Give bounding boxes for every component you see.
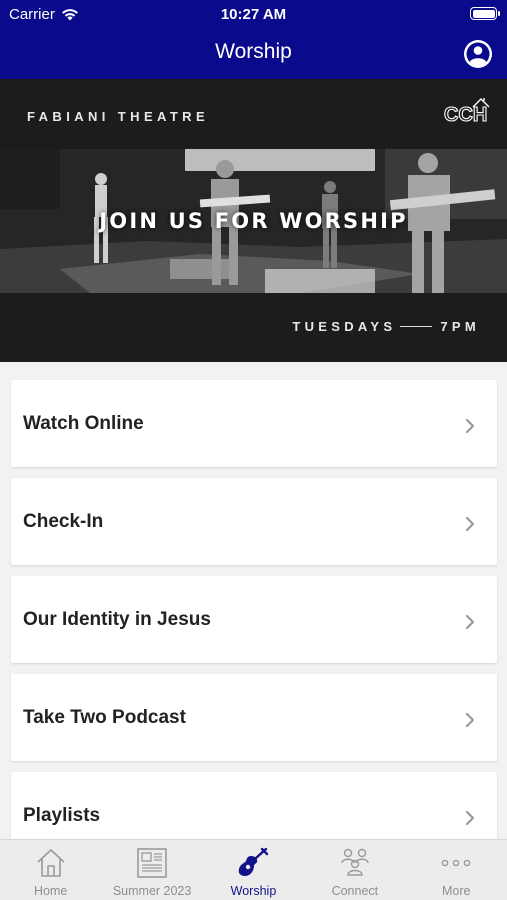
home-icon	[37, 849, 65, 877]
newspaper-icon	[137, 848, 167, 878]
worship-band-photo: JOIN US FOR WORSHIP	[0, 149, 507, 293]
tab-label: Worship	[230, 884, 277, 898]
chevron-right-icon	[465, 614, 475, 630]
service-time: 7PM	[440, 319, 480, 334]
top-bar: Carrier 10:27 AM Worship	[0, 0, 507, 79]
chevron-right-icon	[465, 516, 475, 532]
list-item-our-identity-in-jesus[interactable]: Our Identity in Jesus	[11, 576, 497, 663]
chevron-right-icon	[465, 418, 475, 434]
chevron-right-icon	[465, 810, 475, 826]
tab-worship[interactable]: Worship	[203, 840, 304, 900]
service-schedule: TUESDAYS 7PM	[292, 319, 480, 334]
list-item-check-in[interactable]: Check-In	[11, 478, 497, 565]
list-item-label: Take Two Podcast	[23, 707, 186, 728]
tab-label: Summer 2023	[112, 884, 192, 898]
banner-headline: JOIN US FOR WORSHIP	[99, 209, 408, 233]
church-logo: CCH	[443, 98, 490, 125]
guitar-icon	[239, 847, 269, 876]
status-bar: Carrier 10:27 AM	[0, 0, 507, 30]
battery-icon	[470, 7, 500, 20]
svg-text:CCH: CCH	[444, 104, 487, 125]
tab-bar: Home Summer 2023 Worship Connect More	[0, 839, 507, 900]
tab-home[interactable]: Home	[0, 840, 101, 900]
list-item-label: Playlists	[23, 805, 101, 826]
tab-label: Connect	[331, 884, 379, 898]
list-item-label: Watch Online	[23, 413, 144, 434]
list-item-take-two-podcast[interactable]: Take Two Podcast	[11, 674, 497, 761]
worship-banner[interactable]: FABIANI THEATRE CCH JOIN US FOR WORSHIP …	[0, 79, 507, 362]
service-day: TUESDAYS	[292, 319, 397, 334]
page-title: Worship	[215, 40, 292, 63]
status-time: 10:27 AM	[220, 6, 287, 23]
list-item-label: Check-In	[23, 511, 104, 532]
tab-connect[interactable]: Connect	[304, 840, 405, 900]
tab-more[interactable]: More	[406, 840, 507, 900]
schedule-divider	[400, 326, 433, 327]
user-circle-icon[interactable]	[464, 40, 492, 68]
more-dots-icon	[441, 859, 471, 867]
list-item-watch-online[interactable]: Watch Online	[11, 380, 497, 467]
menu-list: Watch Online Check-In Our Identity in Je…	[11, 380, 497, 870]
tab-label: More	[442, 884, 471, 898]
tab-label: Home	[34, 884, 68, 898]
tab-summer-2023[interactable]: Summer 2023	[101, 840, 202, 900]
people-icon	[341, 848, 369, 876]
list-item-label: Our Identity in Jesus	[23, 609, 211, 630]
chevron-right-icon	[465, 712, 475, 728]
venue-name: FABIANI THEATRE	[27, 109, 210, 124]
